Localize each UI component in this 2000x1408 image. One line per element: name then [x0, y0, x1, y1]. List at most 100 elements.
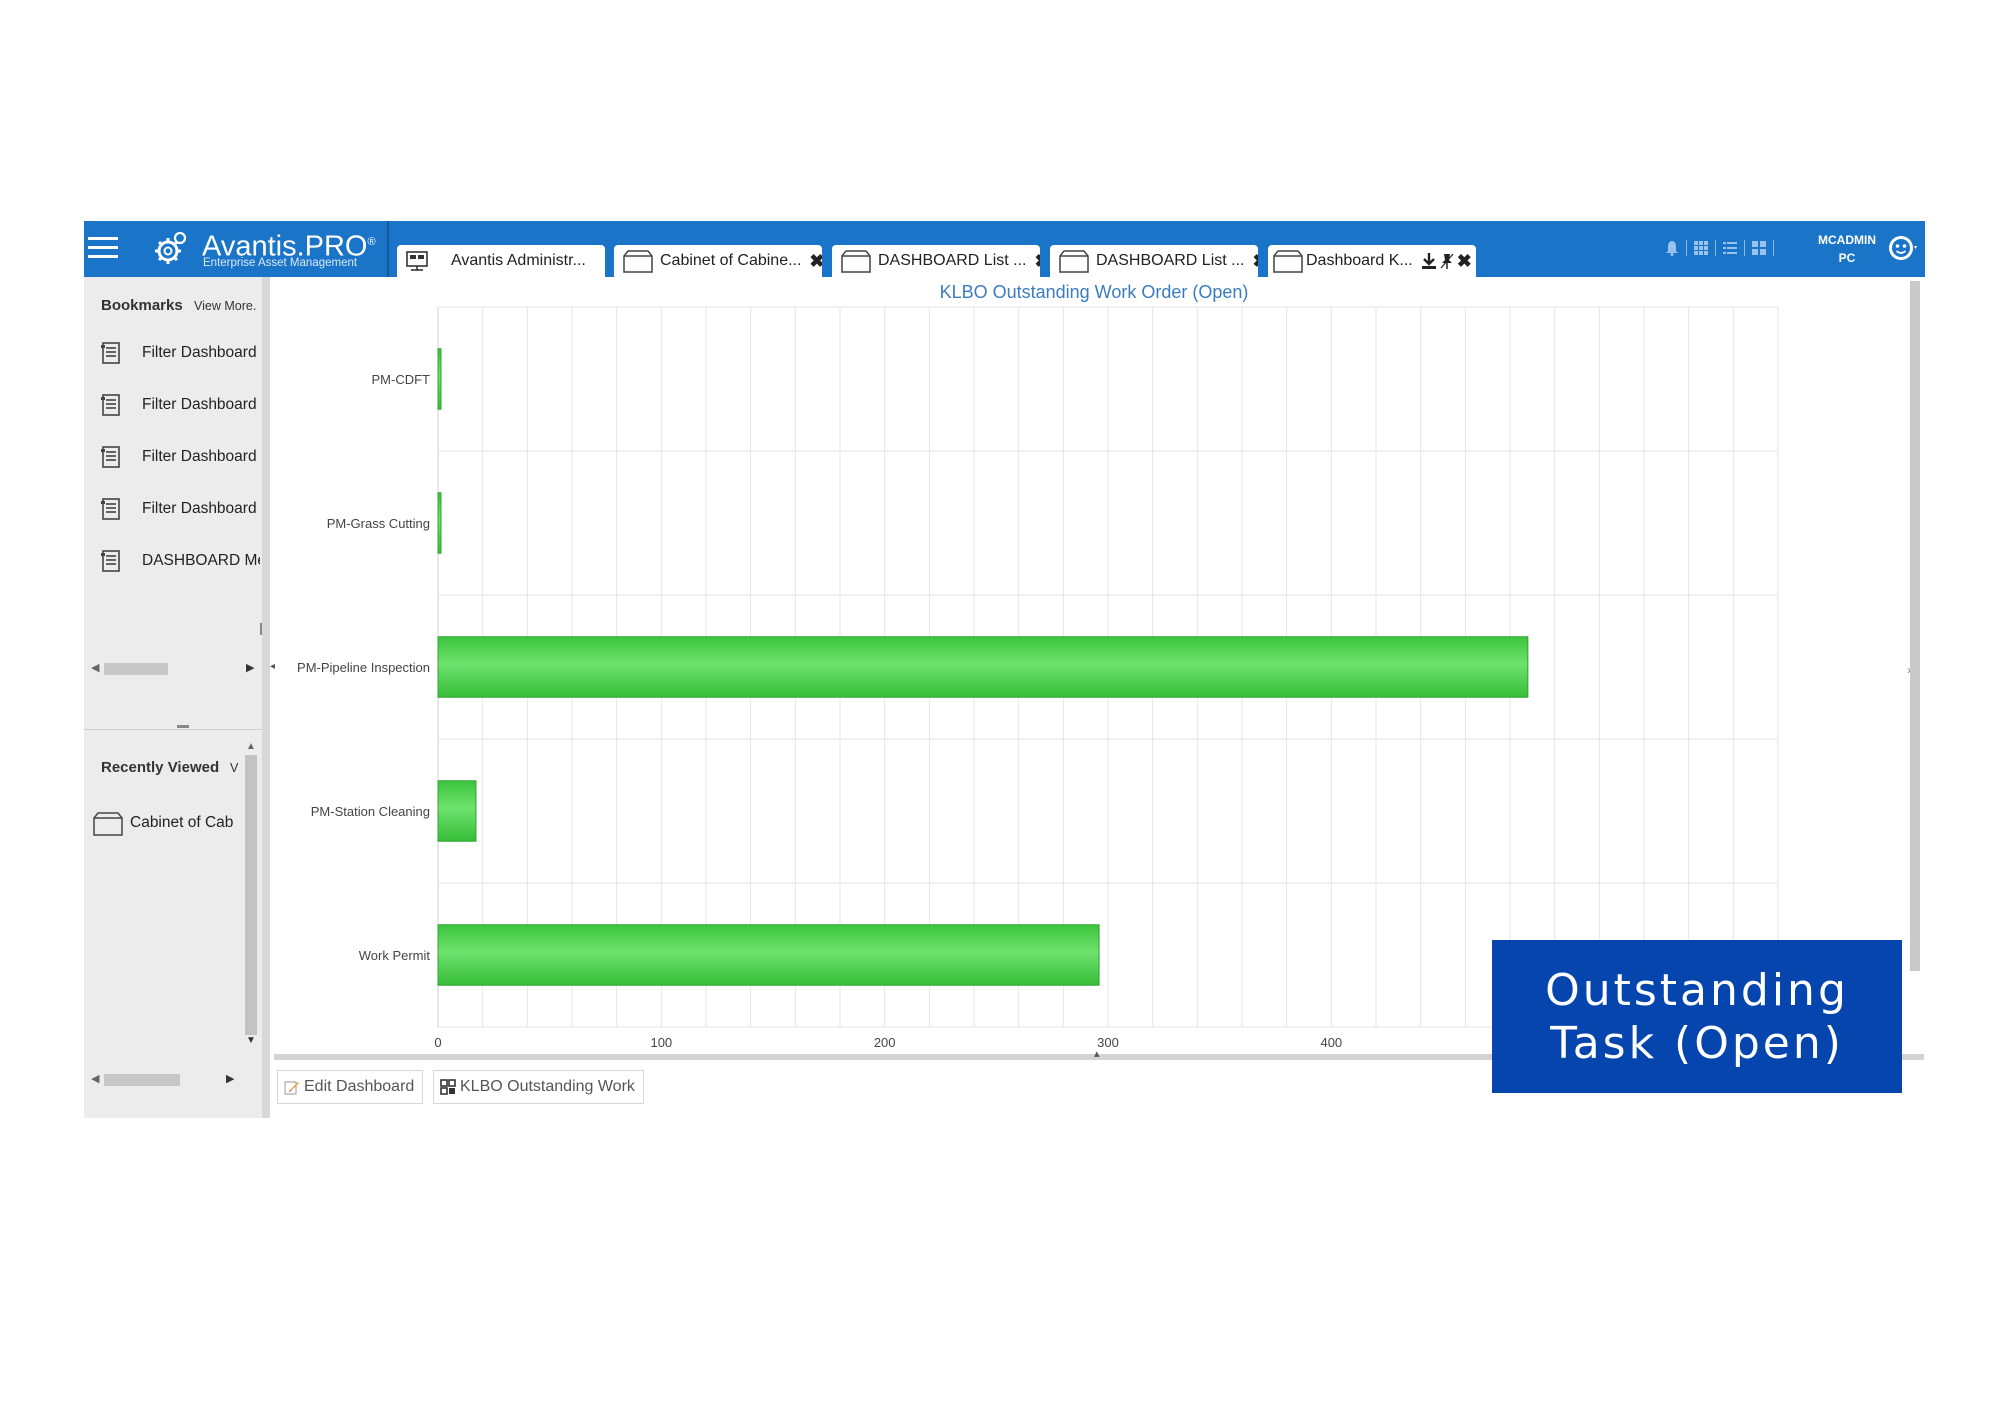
sidebar-border[interactable]	[262, 277, 270, 1118]
dashboard-report-icon	[101, 446, 120, 468]
bookmark-item[interactable]: Filter Dashboard	[100, 443, 260, 471]
recently-viewed-horizontal-scrollbar[interactable]: ◀ ▶	[84, 1070, 259, 1088]
recently-viewed-header: Recently Viewed	[101, 759, 220, 776]
caption-text: Outstanding Task (Open)	[1545, 964, 1849, 1069]
panel-divider	[84, 729, 262, 730]
close-icon[interactable]: ✖	[1457, 251, 1472, 272]
bar[interactable]	[437, 924, 1100, 986]
dashboard-report-icon	[101, 550, 120, 572]
tab-label: DASHBOARD List ...	[1096, 252, 1245, 269]
bookmark-label: Filter Dashboard	[142, 448, 257, 465]
edit-dashboard-tab[interactable]: Edit Dashboard	[277, 1070, 424, 1104]
gear-logo-icon	[155, 231, 187, 264]
scrollbar-thumb[interactable]	[245, 755, 257, 1035]
recently-viewed-view-more-link[interactable]: V	[230, 761, 240, 775]
sidebar: Bookmarks View More. Filter Dashboard Fi…	[84, 277, 263, 1118]
dashboard-icon	[440, 1079, 456, 1095]
caption-banner: Outstanding Task (Open)	[1492, 940, 1902, 1093]
toolbar-separator	[1773, 240, 1774, 256]
close-icon[interactable]: ✖	[809, 251, 822, 272]
user-avatar-icon[interactable]	[1887, 233, 1917, 263]
pin-icon[interactable]	[1440, 252, 1454, 270]
bookmark-item[interactable]: DASHBOARD Me	[100, 547, 260, 575]
user-name: MCADMIN	[1818, 233, 1876, 247]
expand-arrow-icon[interactable]: ›	[1907, 663, 1911, 677]
tab-dashboard-list-1[interactable]: DASHBOARD List ... ✖	[832, 245, 1040, 277]
tab-dashboard-klbo[interactable]: Dashboard K... ✖	[1268, 245, 1476, 277]
tab-label: Cabinet of Cabine...	[660, 252, 802, 269]
x-tick-label: 400	[1320, 1035, 1342, 1049]
folder-icon	[1059, 250, 1089, 273]
close-icon[interactable]: ✖	[1252, 251, 1258, 272]
toolbar-separator	[1744, 240, 1745, 256]
resize-arrow-icon[interactable]: ▴	[1094, 1047, 1100, 1060]
category-label: PM-Pipeline Inspection	[297, 660, 430, 675]
list-icon[interactable]	[1722, 240, 1738, 256]
x-tick-label: 200	[874, 1035, 896, 1049]
recently-viewed-scrollbar[interactable]: ▲ ▼	[242, 741, 260, 1049]
scroll-left-icon[interactable]: ◀	[91, 1072, 99, 1085]
brand-subtitle: Enterprise Asset Management	[203, 257, 358, 269]
scroll-down-icon[interactable]: ▼	[246, 1035, 256, 1046]
toolbar-separator	[1715, 240, 1716, 256]
folder-icon	[1273, 250, 1303, 273]
scroll-right-icon[interactable]: ▶	[246, 661, 254, 674]
category-label: PM-Grass Cutting	[327, 516, 430, 531]
scroll-right-icon[interactable]: ▶	[226, 1072, 234, 1085]
tab-label: DASHBOARD List ...	[878, 252, 1027, 269]
bookmark-item[interactable]: Filter Dashboard	[100, 495, 260, 523]
category-label: PM-Station Cleaning	[311, 804, 430, 819]
bookmarks-horizontal-scrollbar[interactable]: ◀ ▶	[84, 659, 259, 677]
scroll-left-icon[interactable]: ◀	[91, 661, 99, 674]
bookmark-label: DASHBOARD Me	[142, 552, 260, 569]
monitor-icon	[406, 251, 428, 271]
grid-icon[interactable]	[1693, 240, 1709, 256]
bookmark-item[interactable]: Filter Dashboard	[100, 339, 260, 367]
brand-divider	[387, 221, 389, 277]
menu-icon[interactable]	[88, 235, 120, 261]
dashboard-report-icon	[101, 394, 120, 416]
bell-icon[interactable]	[1664, 240, 1680, 256]
category-label: Work Permit	[359, 948, 431, 963]
dashboard-report-icon	[101, 342, 120, 364]
close-icon[interactable]: ✖	[1034, 251, 1040, 272]
recent-item[interactable]: Cabinet of Cab	[92, 807, 250, 839]
panel-splitter-handle[interactable]	[177, 725, 189, 728]
folder-icon	[841, 250, 871, 273]
klbo-outstanding-work-label: KLBO Outstanding Work	[460, 1078, 635, 1095]
user-info[interactable]: MCADMIN PC	[1811, 231, 1883, 267]
tab-label: Dashboard K...	[1306, 252, 1413, 269]
bookmark-label: Filter Dashboard	[142, 344, 257, 361]
folder-icon	[623, 250, 653, 273]
x-tick-label: 300	[1097, 1035, 1119, 1049]
bookmark-item[interactable]: Filter Dashboard	[100, 391, 260, 419]
klbo-outstanding-work-tab[interactable]: KLBO Outstanding Work	[433, 1070, 644, 1104]
bar[interactable]	[437, 780, 477, 842]
scroll-up-icon[interactable]: ▲	[246, 741, 256, 752]
category-label: PM-CDFT	[372, 372, 431, 387]
collapse-arrow-icon[interactable]: ◂	[270, 661, 275, 672]
download-icon[interactable]	[1421, 252, 1437, 270]
bookmark-label: Filter Dashboard	[142, 396, 257, 413]
recent-item-label: Cabinet of Cab	[130, 814, 234, 831]
edit-dashboard-label: Edit Dashboard	[304, 1078, 415, 1095]
bookmarks-view-more-link[interactable]: View More.	[194, 299, 256, 313]
chart-scrollbar[interactable]	[1910, 281, 1920, 971]
pencil-icon	[284, 1081, 299, 1095]
tab-dashboard-list-2[interactable]: DASHBOARD List ... ✖	[1050, 245, 1258, 277]
top-bar: Avantis.PRO® Enterprise Asset Management…	[84, 221, 1925, 277]
tab-avantis-administration[interactable]: Avantis Administr...	[397, 245, 605, 277]
dashboard-report-icon	[101, 498, 120, 520]
bar[interactable]	[437, 636, 1529, 698]
scrollbar-thumb[interactable]	[104, 663, 168, 675]
bar[interactable]	[437, 348, 442, 410]
user-location: PC	[1838, 251, 1856, 265]
tab-cabinet-of-cabinets[interactable]: Cabinet of Cabine... ✖	[614, 245, 822, 277]
tiles-icon[interactable]	[1751, 240, 1767, 256]
scrollbar-thumb[interactable]	[104, 1074, 180, 1086]
bookmark-label: Filter Dashboard	[142, 500, 257, 517]
folder-icon	[93, 812, 123, 836]
bar-chart: PM-CDFT PM-Grass Cutting PM-Pipeline Inspe…	[297, 306, 1779, 1049]
chart-title: KLBO Outstanding Work Order (Open)	[939, 282, 1249, 302]
bar[interactable]	[437, 492, 442, 554]
